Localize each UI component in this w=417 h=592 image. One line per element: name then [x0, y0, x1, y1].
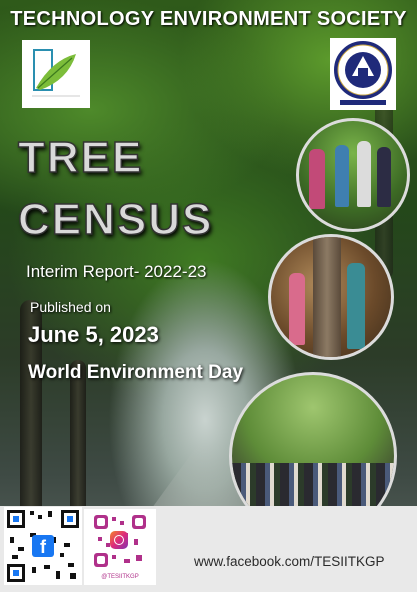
- instagram-lens: [114, 535, 124, 545]
- tree-trunk-photo: [313, 237, 341, 357]
- tes-logo: [22, 40, 90, 108]
- tree-trunk-left-2: [70, 360, 86, 520]
- tes-logo-graphic: [32, 49, 80, 97]
- person: [289, 273, 305, 345]
- iit-kgp-logo: [330, 38, 396, 110]
- instagram-icon: [110, 531, 128, 549]
- published-label: Published on: [30, 299, 111, 315]
- instagram-handle: @TESIITKGP: [101, 574, 139, 580]
- photo-group-walk: [296, 118, 410, 232]
- iit-kgp-emblem: [334, 41, 392, 105]
- person: [377, 147, 391, 207]
- title-tree: TREE: [17, 132, 144, 183]
- publish-date: June 5, 2023: [28, 322, 159, 347]
- facebook-url[interactable]: www.facebook.com/TESIITKGP: [194, 554, 385, 569]
- person: [309, 149, 325, 209]
- person: [347, 263, 365, 349]
- title-census: CENSUS: [17, 194, 214, 245]
- person: [335, 145, 349, 207]
- facebook-icon: f: [32, 535, 54, 557]
- person: [357, 141, 371, 207]
- photo-tree-measure: [268, 234, 394, 360]
- poster: TECHNOLOGY ENVIRONMENT SOCIETY TREE CENS…: [0, 0, 417, 592]
- report-subtitle: Interim Report- 2022-23: [26, 262, 207, 281]
- occasion-text: World Environment Day: [28, 362, 244, 383]
- facebook-qr-code[interactable]: f: [4, 507, 82, 585]
- society-title: TECHNOLOGY ENVIRONMENT SOCIETY: [10, 8, 407, 30]
